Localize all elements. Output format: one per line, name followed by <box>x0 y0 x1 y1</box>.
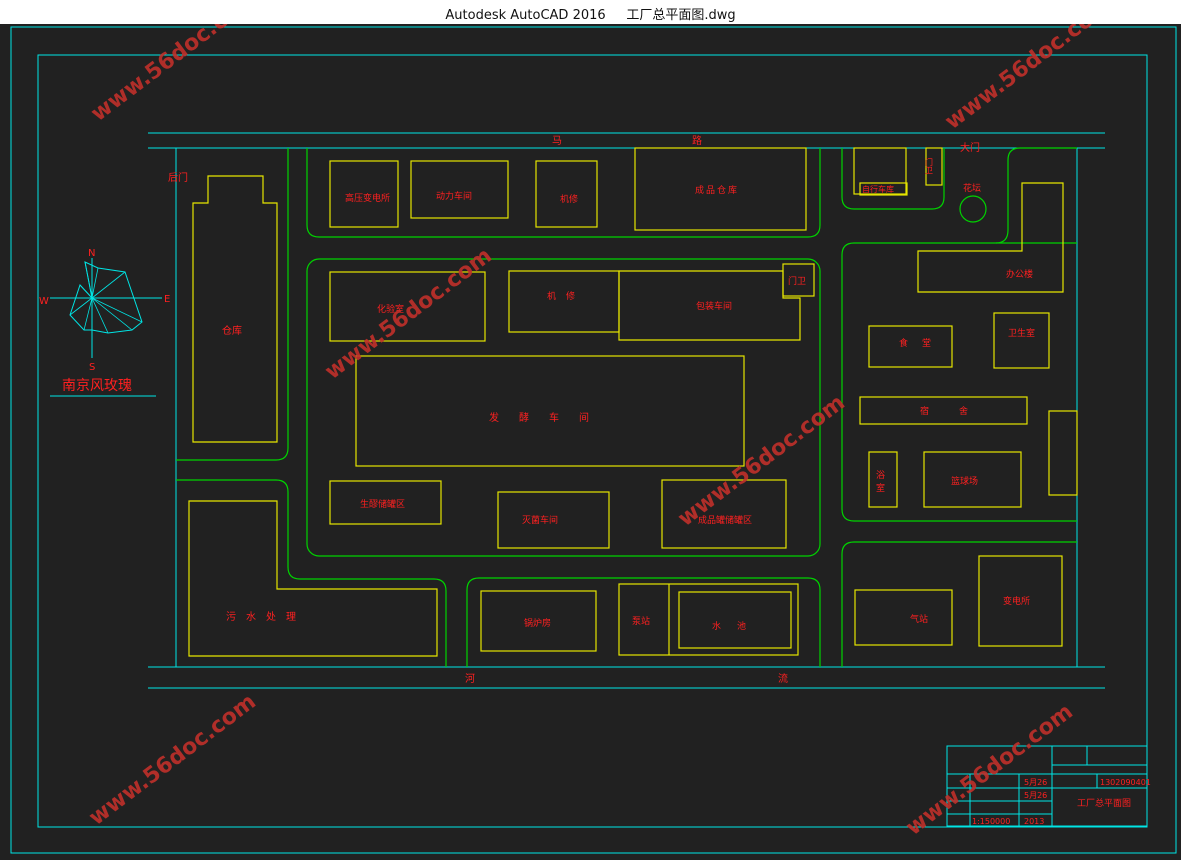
road-label: 马 <box>552 135 562 147</box>
boiler-room-label: 锅炉房 <box>524 617 551 629</box>
river-label: 流 <box>778 672 788 685</box>
title-block-year: 2013 <box>1024 817 1044 826</box>
window-title: Autodesk AutoCAD 2016 工厂总平面图.dwg <box>445 8 736 23</box>
power-workshop-label: 动力车间 <box>436 190 472 202</box>
road-label: 路 <box>692 134 702 147</box>
bathroom-label: 浴室 <box>874 470 885 496</box>
road-edge <box>995 147 1077 244</box>
wind-rose-north: N <box>88 248 95 259</box>
gas-station-outline <box>854 589 953 646</box>
wind-rose-east: E <box>164 294 170 305</box>
machine-repair-label: 机修 <box>547 290 585 302</box>
clinic-outline <box>993 312 1050 369</box>
wind-rose-caption: 南京风玫瑰 <box>62 378 132 394</box>
title-block-date-2: 5月26 <box>1024 791 1047 800</box>
fermentation-workshop-outline <box>355 355 745 467</box>
back-gate-label: 后门 <box>168 171 188 184</box>
bike-shed-label: 自行车库 <box>862 184 894 194</box>
watermark-text: www.56doc.com <box>321 243 497 384</box>
main-gate-label: 大门 <box>960 141 980 154</box>
road-edge <box>176 479 447 667</box>
office-label: 办公楼 <box>1006 268 1033 280</box>
inner-border <box>37 54 1148 828</box>
dormitory-label: 宿舍 <box>920 405 998 417</box>
machine-repair-top-outline <box>535 160 598 228</box>
watermark-text: www.56doc.com <box>87 24 263 127</box>
sewage-treatment-label: 污水处理 <box>226 611 306 623</box>
title-bar: Autodesk AutoCAD 2016 工厂总平面图.dwg <box>0 0 1181 24</box>
power-workshop-outline <box>410 160 509 219</box>
office-outline <box>917 182 1064 293</box>
title-block-date-1: 5月26 <box>1024 778 1047 787</box>
drawing-canvas[interactable]: 马 路 河 流 后门 大门 仓库 高压变电所 动力车间 机修 成品仓库 自行车库… <box>0 0 1181 856</box>
title-block-scale: 1:150000 <box>972 817 1010 826</box>
title-block-number: 1302090401 <box>1100 778 1151 787</box>
basketball-court-label: 篮球场 <box>951 475 978 487</box>
garden-circle <box>959 195 987 223</box>
wind-rose: N S E W 南京风玫瑰 <box>39 248 170 397</box>
canteen-label: 食堂 <box>899 337 945 349</box>
packaging-workshop-label: 包装车间 <box>696 300 732 312</box>
gas-station-label: 气站 <box>910 613 928 625</box>
road-edge <box>841 541 1077 667</box>
watermark-text: www.56doc.com <box>674 390 850 531</box>
sterilization-workshop-label: 灭菌车间 <box>522 514 558 526</box>
clinic-label: 卫生室 <box>1008 327 1035 339</box>
watermark-text: www.56doc.com <box>941 24 1117 135</box>
east-building-outline <box>1048 410 1078 496</box>
wind-rose-south: S <box>89 362 95 373</box>
road-block <box>306 258 821 557</box>
gatehouse-label: 门卫 <box>788 275 806 287</box>
garden-label: 花坛 <box>963 182 981 194</box>
raw-tank-area-label: 生醪储罐区 <box>360 498 405 510</box>
river-label: 河 <box>465 673 475 685</box>
warehouse-label: 仓库 <box>222 324 242 337</box>
title-block-drawing-name: 工厂总平面图 <box>1077 797 1131 809</box>
machine-repair-top-label: 机修 <box>560 193 578 205</box>
watermark-text: www.56doc.com <box>85 689 261 830</box>
drawing-svg[interactable]: 马 路 河 流 后门 大门 仓库 高压变电所 动力车间 机修 成品仓库 自行车库… <box>0 0 1181 856</box>
finished-warehouse-label: 成品仓库 <box>695 184 739 196</box>
gatehouse-top-label: 门卫 <box>925 157 934 174</box>
substation-label: 变电所 <box>1003 595 1030 607</box>
water-pool-label: 水池 <box>712 620 762 632</box>
hv-substation-label: 高压变电所 <box>345 192 390 204</box>
outer-border <box>10 26 1177 854</box>
water-pool-outline <box>678 591 792 649</box>
pump-station-label: 泵站 <box>632 615 650 627</box>
fermentation-workshop-label: 发酵车间 <box>489 411 609 424</box>
warehouse-outline <box>192 175 278 443</box>
wind-rose-west: W <box>39 296 49 307</box>
